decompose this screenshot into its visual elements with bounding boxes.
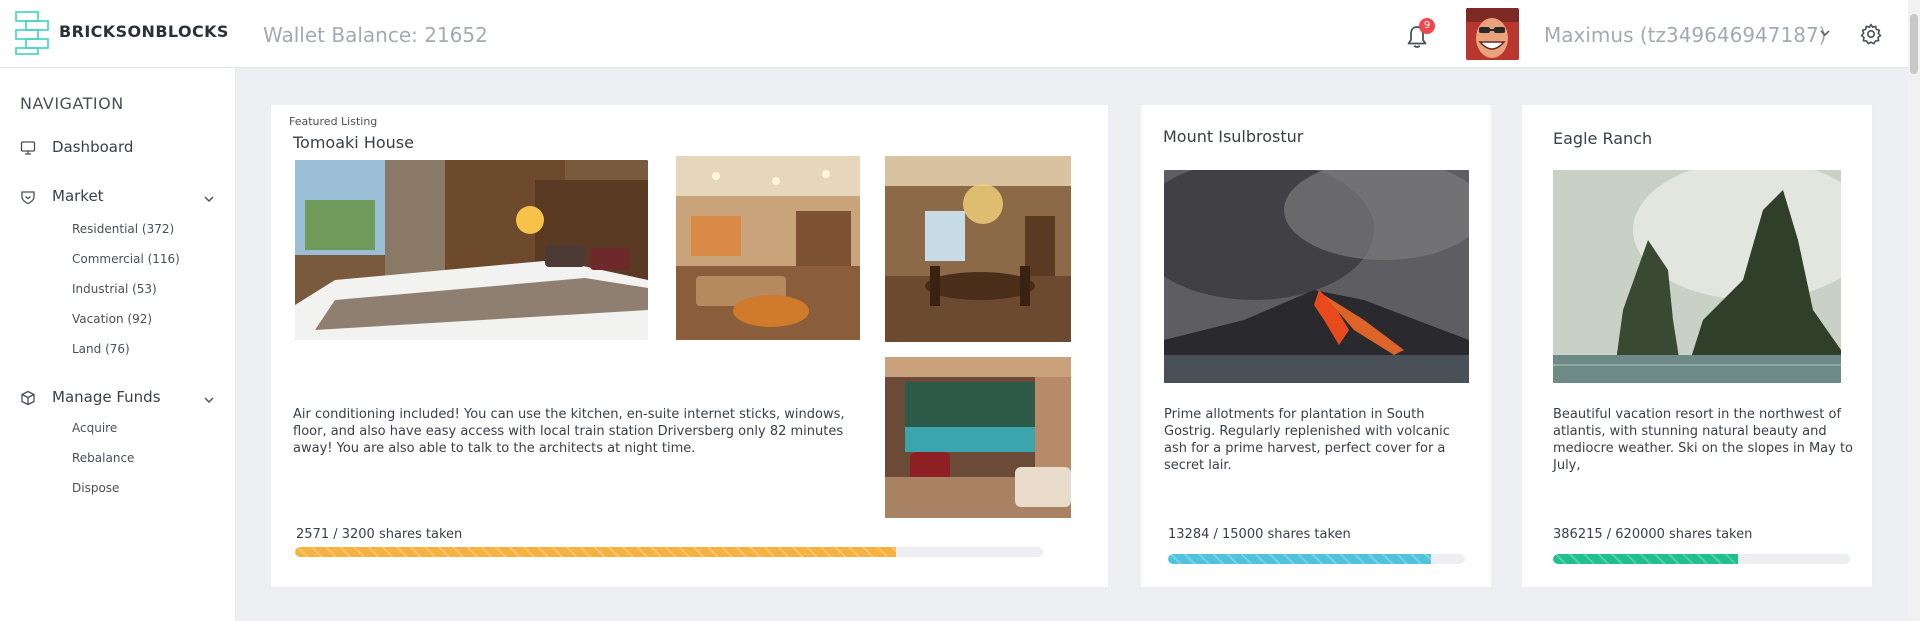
progress-fill (1553, 554, 1738, 564)
listing-card-eagle-ranch[interactable]: Eagle Ranch Beautiful vacation resort in… (1521, 104, 1873, 588)
listing-card-featured[interactable]: Featured Listing Tomoaki House Air condi… (270, 104, 1109, 588)
sidebar-item-label: Manage Funds (52, 388, 161, 406)
shares-taken-label: 2571 / 3200 shares taken (296, 527, 463, 542)
sidebar-subitem-commercial[interactable]: Commercial (116) (72, 252, 180, 266)
monitor-icon (20, 141, 36, 155)
scrollbar-thumb[interactable] (1910, 14, 1918, 74)
listing-photo-lounge[interactable] (885, 357, 1071, 518)
progress-fill (295, 547, 896, 557)
shares-progress-bar (295, 547, 1043, 557)
nav-section-title: NAVIGATION (20, 94, 124, 113)
gear-icon[interactable] (1859, 22, 1883, 46)
sidebar-subitem-residential[interactable]: Residential (372) (72, 222, 174, 236)
chevron-down-icon[interactable] (203, 395, 215, 405)
chevron-down-icon[interactable] (1819, 28, 1831, 38)
chevron-down-icon[interactable] (203, 194, 215, 204)
sidebar-subitem-dispose[interactable]: Dispose (72, 481, 119, 495)
tag-icon (21, 191, 35, 205)
page-scrollbar[interactable] (1908, 0, 1920, 621)
notification-count-badge: 9 (1419, 18, 1435, 34)
sidebar-subitem-acquire[interactable]: Acquire (72, 421, 117, 435)
listing-photo-bedroom[interactable] (295, 160, 648, 340)
sidebar-subitem-rebalance[interactable]: Rebalance (72, 451, 134, 465)
sidebar: NAVIGATION Dashboard Market Residential … (0, 68, 236, 621)
brand-name[interactable]: BRICKSONBLOCKS (59, 22, 229, 41)
user-avatar[interactable] (1466, 8, 1519, 60)
wallet-balance: Wallet Balance: 21652 (263, 23, 488, 47)
listing-title[interactable]: Tomoaki House (293, 133, 414, 152)
listing-photo-volcano[interactable] (1164, 170, 1469, 383)
shares-taken-label: 386215 / 620000 shares taken (1553, 527, 1753, 542)
sidebar-subitem-land[interactable]: Land (76) (72, 342, 130, 356)
listing-photo-living-room[interactable] (676, 156, 860, 340)
progress-fill (1168, 554, 1432, 564)
bricks-logo-icon[interactable] (14, 10, 50, 56)
shares-progress-bar (1553, 554, 1850, 564)
listing-description: Beautiful vacation resort in the northwe… (1553, 407, 1854, 473)
shares-progress-bar (1168, 554, 1465, 564)
listing-description: Prime allotments for plantation in South… (1164, 407, 1450, 473)
sidebar-subitem-vacation[interactable]: Vacation (92) (72, 312, 152, 326)
user-name-label[interactable]: Maximus (tz349646947187) (1544, 23, 1826, 47)
listing-title[interactable]: Mount Isulbrostur (1163, 127, 1303, 146)
featured-listing-kicker: Featured Listing (289, 115, 378, 128)
listing-photo-dining-room[interactable] (885, 156, 1071, 342)
shares-taken-label: 13284 / 15000 shares taken (1168, 527, 1351, 542)
top-header: BRICKSONBLOCKS Wallet Balance: 21652 9 M… (0, 0, 1908, 68)
listing-title[interactable]: Eagle Ranch (1553, 129, 1652, 148)
listing-photo-sea-cliffs[interactable] (1553, 170, 1841, 383)
listing-description: Air conditioning included! You can use t… (293, 407, 845, 456)
sidebar-item-label: Market (52, 187, 104, 205)
listing-card-mount-isulbrostur[interactable]: Mount Isulbrostur Prime allotments for p… (1140, 104, 1492, 588)
box-icon (21, 390, 35, 406)
sidebar-subitem-industrial[interactable]: Industrial (53) (72, 282, 157, 296)
sidebar-item-label: Dashboard (52, 138, 134, 156)
